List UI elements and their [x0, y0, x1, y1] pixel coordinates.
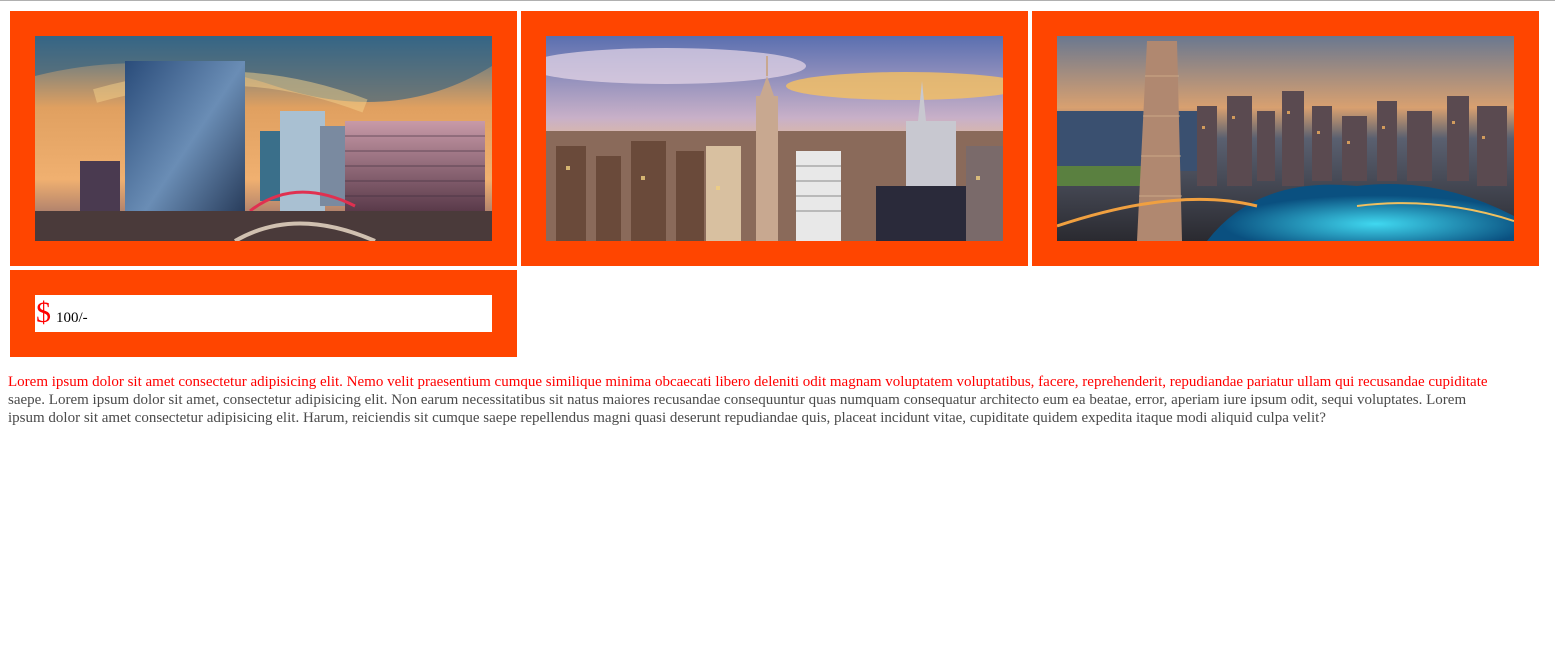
top-border: [0, 0, 1555, 1]
new-york-skyline-photo: [546, 36, 1003, 241]
image-card-1: [10, 11, 517, 266]
description-line-1: Lorem ipsum dolor sit amet consectetur a…: [8, 374, 1488, 390]
image-card-3: [1032, 11, 1539, 266]
office-buildings-sunset-photo: [35, 36, 492, 241]
price-box: $ 100/-: [35, 295, 492, 332]
description-line-2: saepe. Lorem ipsum dolor sit amet, conse…: [8, 392, 1467, 408]
dubai-marina-night-photo: [1057, 36, 1514, 241]
description-line-3: ipsum dolor sit amet consectetur adipisi…: [8, 410, 1326, 426]
description-paragraph: Lorem ipsum dolor sit amet consectetur a…: [8, 373, 1555, 427]
price-card: $ 100/-: [10, 270, 517, 357]
price-value: 100/-: [56, 310, 88, 326]
image-card-2: [521, 11, 1028, 266]
dollar-sign: $: [36, 296, 51, 329]
